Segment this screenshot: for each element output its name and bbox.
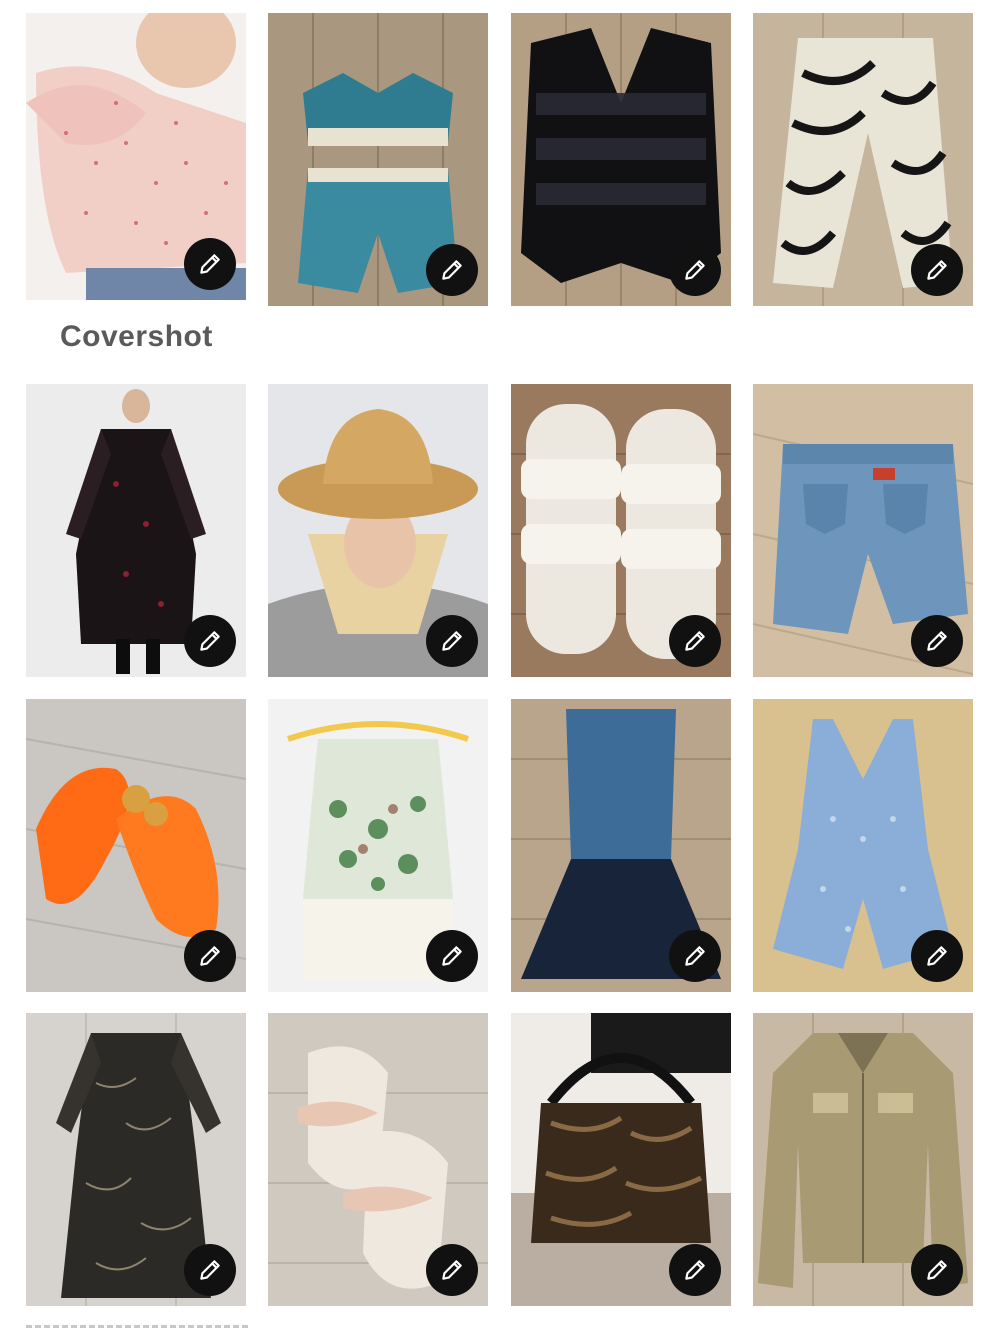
listing-photo-14[interactable] <box>268 1013 488 1306</box>
pencil-icon <box>927 1260 947 1280</box>
listing-photo-16[interactable] <box>753 1013 973 1306</box>
edit-button[interactable] <box>426 615 478 667</box>
edit-button[interactable] <box>184 238 236 290</box>
listing-photo-7[interactable] <box>511 384 731 677</box>
listing-photo-9[interactable] <box>26 699 246 992</box>
pencil-icon <box>927 631 947 651</box>
edit-button[interactable] <box>911 615 963 667</box>
edit-button[interactable] <box>911 1244 963 1296</box>
edit-button[interactable] <box>669 615 721 667</box>
pencil-icon <box>442 1260 462 1280</box>
listing-photo-15[interactable] <box>511 1013 731 1306</box>
listing-photo-5[interactable] <box>26 384 246 677</box>
pencil-icon <box>200 631 220 651</box>
edit-button[interactable] <box>669 244 721 296</box>
pencil-icon <box>200 946 220 966</box>
pencil-icon <box>685 631 705 651</box>
edit-button[interactable] <box>184 615 236 667</box>
listing-photo-10[interactable] <box>268 699 488 992</box>
listing-photo-8[interactable] <box>753 384 973 677</box>
pencil-icon <box>927 946 947 966</box>
pencil-icon <box>442 631 462 651</box>
edit-button[interactable] <box>426 930 478 982</box>
pencil-icon <box>685 1260 705 1280</box>
edit-button[interactable] <box>184 1244 236 1296</box>
pencil-icon <box>442 260 462 280</box>
listing-photo-1[interactable] <box>26 13 246 300</box>
edit-button[interactable] <box>911 244 963 296</box>
pencil-icon <box>685 946 705 966</box>
edit-button[interactable] <box>911 930 963 982</box>
edit-button[interactable] <box>184 930 236 982</box>
pencil-icon <box>685 260 705 280</box>
pencil-icon <box>200 1260 220 1280</box>
edit-button[interactable] <box>426 1244 478 1296</box>
listing-photo-6[interactable] <box>268 384 488 677</box>
pencil-icon <box>442 946 462 966</box>
covershot-label: Covershot <box>60 320 213 353</box>
listing-photo-11[interactable] <box>511 699 731 992</box>
edit-button[interactable] <box>426 244 478 296</box>
pencil-icon <box>200 254 220 274</box>
listing-photo-2[interactable] <box>268 13 488 306</box>
pencil-icon <box>927 260 947 280</box>
listing-photo-3[interactable] <box>511 13 731 306</box>
listing-photo-4[interactable] <box>753 13 973 306</box>
edit-button[interactable] <box>669 930 721 982</box>
edit-button[interactable] <box>669 1244 721 1296</box>
listing-photo-12[interactable] <box>753 699 973 992</box>
add-photo-placeholder-border <box>26 1325 248 1328</box>
listing-photo-13[interactable] <box>26 1013 246 1306</box>
